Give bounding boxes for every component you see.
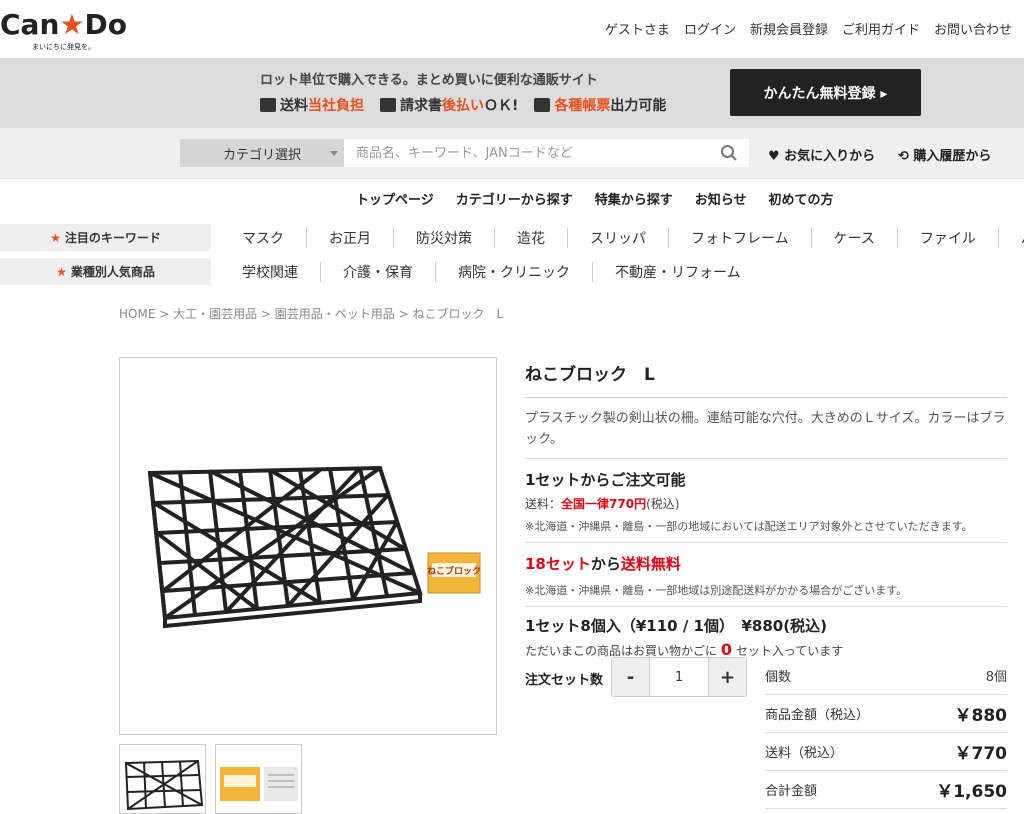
nav-category[interactable]: カテゴリーから探す: [456, 189, 573, 208]
chevron-down-icon: [330, 151, 338, 156]
banner-features: 送料当社負担 請求書後払いＯＫ! 各種帳票出力可能: [260, 95, 666, 115]
history-icon: ⟲: [898, 149, 914, 164]
purchase-history-link[interactable]: ⟲ 購入履歴から: [898, 145, 991, 164]
nav-top[interactable]: トップページ: [356, 189, 434, 208]
keyword-item[interactable]: 防災対策: [394, 228, 495, 248]
quantity-value[interactable]: 1: [650, 658, 708, 696]
free-shipping-text: 18セットから送料無料: [525, 555, 681, 573]
decrement-button[interactable]: -: [612, 658, 650, 696]
keyword-item[interactable]: スリッパ: [568, 228, 669, 248]
shipping-note: ※北海道・沖縄県・離島・一部の地域においては配送エリア対象外とさせていただきます…: [525, 520, 973, 533]
register-link[interactable]: 新規会員登録: [750, 19, 828, 38]
favorites-link[interactable]: ♥ お気に入りから: [768, 145, 875, 164]
price-row-subtotal: 商品金額（税込） ￥880: [765, 695, 1007, 733]
star-icon: ★: [50, 230, 61, 245]
thumb-package-image: [220, 767, 298, 801]
keyword-item[interactable]: お正月: [307, 228, 394, 248]
header: Can★Do まいにちに発見を。 ゲストさま ログイン 新規会員登録 ご利用ガイ…: [0, 0, 1024, 58]
package-label: ねこブロック: [427, 565, 481, 577]
industry-item[interactable]: 学校関連: [220, 262, 321, 282]
feature-shipping: 送料当社負担: [260, 95, 364, 115]
invoice-icon: [380, 98, 396, 112]
product-info: ねこブロック L プラスチック製の剣山状の柵。連結可能な穴付。大きめのＬサイズ。…: [525, 357, 1007, 659]
free-shipping-note: ※北海道・沖縄県・離島・一部地域は別途配送料がかかる場合がございます。: [525, 584, 908, 597]
industry-list: 学校関連 介護・保育 病院・クリニック 不動産・リフォーム: [220, 262, 763, 282]
logo-tagline: まいにちに発見を。: [32, 43, 95, 51]
document-icon: [534, 98, 551, 112]
industry-item[interactable]: 不動産・リフォーム: [593, 262, 763, 282]
product-title: ねこブロック L: [525, 357, 1007, 398]
price-table: 個数 8個 商品金額（税込） ￥880 送料（税込） ￥770 合計金額 ￥1,650: [765, 657, 1007, 809]
min-order-text: 1セットからご注文可能: [525, 471, 686, 489]
nav-feature[interactable]: 特集から探す: [595, 189, 673, 208]
login-link[interactable]: ログイン: [684, 19, 736, 38]
thumbnail-1[interactable]: [119, 744, 206, 814]
set-info: 1セット8個入（¥110 / 1個） ¥880(税込) ただいまこの商品はお買い…: [525, 607, 1007, 659]
industry-item[interactable]: 病院・クリニック: [436, 262, 593, 282]
nav-news[interactable]: お知らせ: [695, 189, 747, 208]
free-register-button[interactable]: かんたん無料登録 ▸: [730, 69, 921, 116]
logo-star-icon: ★: [59, 8, 85, 41]
truck-icon: [260, 98, 276, 112]
industry-item[interactable]: 介護・保育: [321, 262, 436, 282]
breadcrumb: HOME > 大工・園芸用品 > 園芸用品・ペット用品 > ねこブロック L: [119, 307, 504, 321]
increment-button[interactable]: +: [708, 658, 746, 696]
keyword-area: ★ 注目のキーワード マスク お正月 防災対策 造花 スリッパ フォトフレーム ケ…: [0, 218, 1024, 288]
keyword-item[interactable]: マスク: [220, 228, 307, 248]
keyword-item[interactable]: バ: [999, 228, 1024, 248]
thumb-grid-image: [124, 759, 204, 811]
contact-link[interactable]: お問い合わせ: [934, 19, 1012, 38]
nav-beginner[interactable]: 初めての方: [769, 189, 834, 208]
product-main-image[interactable]: ねこブロック: [119, 357, 497, 735]
thumbnail-2[interactable]: [215, 744, 302, 814]
search-icon[interactable]: [720, 144, 738, 162]
cando-logo[interactable]: Can★Do まいにちに発見を。: [0, 8, 135, 53]
feature-invoice: 請求書後払いＯＫ!: [380, 95, 518, 115]
keyword-label: ★ 注目のキーワード: [0, 224, 211, 251]
search-bar: カテゴリ選択 ♥ お気に入りから ⟲ 購入履歴から: [0, 128, 1024, 178]
shipping-fee: 送料：全国一律770円(税込): [525, 497, 680, 511]
industry-label: ★ 業種別人気商品: [0, 258, 211, 285]
banner-headline: ロット単位で購入できる。まとめ買いに便利な通販サイト: [260, 73, 598, 88]
guest-link[interactable]: ゲストさま: [605, 19, 670, 38]
free-shipping-info: 18セットから送料無料 ※北海道・沖縄県・離島・一部地域は別途配送料がかかる場合…: [525, 543, 1007, 607]
logo-wordmark: Can★Do: [0, 8, 127, 41]
search-input[interactable]: [344, 139, 749, 167]
price-row-total: 合計金額 ￥1,650: [765, 771, 1007, 809]
product-description: プラスチック製の剣山状の柵。連結可能な穴付。大きめのＬサイズ。カラーはブラック。: [525, 398, 1007, 459]
cat-block-grid-image: ねこブロック: [147, 465, 481, 629]
promo-banner: ロット単位で購入できる。まとめ買いに便利な通販サイト 送料当社負担 請求書後払い…: [0, 58, 1024, 128]
top-nav: ゲストさま ログイン 新規会員登録 ご利用ガイド お問い合わせ: [605, 19, 1012, 38]
quantity-label: 注文セット数: [525, 673, 604, 688]
category-select[interactable]: カテゴリ選択: [180, 139, 344, 167]
keyword-item[interactable]: ファイル: [898, 228, 999, 248]
set-price-text: 1セット8個入（¥110 / 1個） ¥880(税込): [525, 617, 827, 635]
keyword-list: マスク お正月 防災対策 造花 スリッパ フォトフレーム ケース ファイル バ: [220, 228, 1024, 248]
order-info: 1セットからご注文可能 送料：全国一律770円(税込) ※北海道・沖縄県・離島・…: [525, 459, 1007, 543]
quantity-stepper[interactable]: - 1 +: [611, 657, 747, 697]
main-nav: トップページ カテゴリーから探す 特集から探す お知らせ 初めての方: [0, 178, 1024, 218]
star-icon: ★: [56, 264, 67, 279]
price-row-count: 個数 8個: [765, 657, 1007, 695]
price-row-shipping: 送料（税込） ￥770: [765, 733, 1007, 771]
guide-link[interactable]: ご利用ガイド: [842, 19, 920, 38]
keyword-item[interactable]: ケース: [812, 228, 898, 248]
keyword-item[interactable]: フォトフレーム: [669, 228, 812, 248]
feature-documents: 各種帳票出力可能: [534, 95, 666, 115]
keyword-item[interactable]: 造花: [495, 228, 568, 248]
